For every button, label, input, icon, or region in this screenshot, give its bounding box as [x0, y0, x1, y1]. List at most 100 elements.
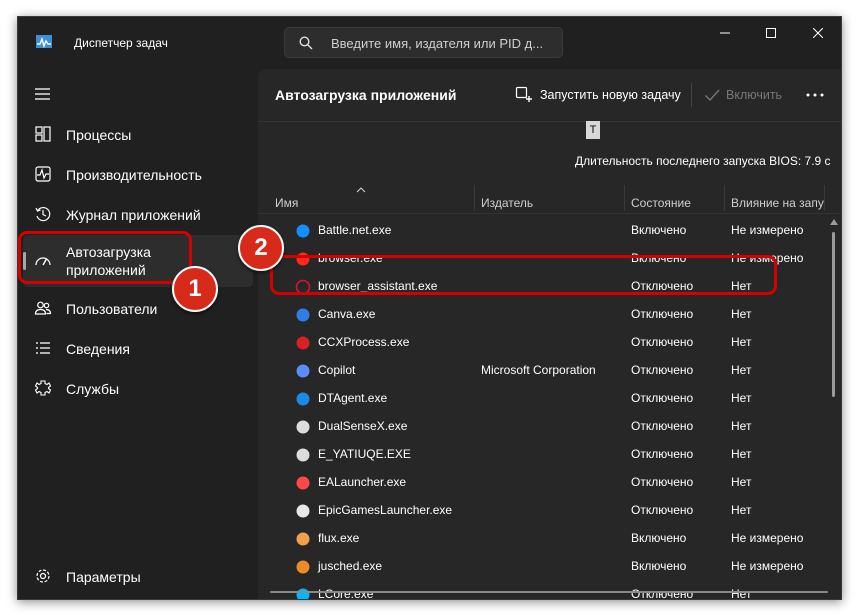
sidebar-item-details[interactable]: Сведения — [23, 329, 253, 367]
app-name: EpicGamesLauncher.exe — [318, 503, 453, 517]
tooltip: T — [586, 121, 600, 139]
app-startup-impact: Не измерено — [731, 223, 804, 237]
app-startup-impact: Нет — [731, 419, 752, 433]
app-status: Включено — [631, 559, 687, 573]
app-startup-impact: Не измерено — [731, 531, 804, 545]
sidebar-item-performance[interactable]: Производительность — [23, 155, 253, 193]
app-status: Включено — [631, 531, 687, 545]
column-divider[interactable] — [624, 185, 625, 211]
step-badge-1: 1 — [172, 266, 218, 312]
app-startup-impact: Нет — [731, 475, 752, 489]
copilot-icon — [296, 364, 310, 378]
app-name: E_YATIUQE.EXE — [318, 447, 411, 461]
app-status: Отключено — [631, 475, 694, 489]
app-name: EALauncher.exe — [318, 475, 407, 489]
search-icon — [299, 36, 313, 50]
app-name: flux.exe — [318, 531, 360, 545]
table-row[interactable]: flux.exe Включено Не измерено — [258, 525, 824, 553]
sidebar-item-processes[interactable]: Процессы — [23, 115, 253, 153]
toolbar-divider — [691, 83, 692, 107]
checkmark-icon — [705, 89, 720, 102]
close-icon — [813, 28, 823, 38]
epic-games-icon — [296, 504, 310, 518]
epson-icon — [296, 448, 310, 462]
column-divider[interactable] — [824, 185, 825, 211]
run-new-task-label: Запустить новую задачу — [540, 88, 681, 102]
app-name: Canva.exe — [318, 307, 376, 321]
search-box[interactable] — [284, 27, 563, 58]
sort-ascending-icon[interactable] — [356, 187, 366, 193]
close-button[interactable] — [795, 17, 841, 49]
processes-icon — [35, 126, 51, 142]
column-header-publisher[interactable]: Издатель — [481, 196, 533, 210]
table-row[interactable]: EALauncher.exe Отключено Нет — [258, 469, 824, 497]
table-row[interactable]: DualSenseX.exe Отключено Нет — [258, 413, 824, 441]
table-row[interactable]: LCore.exe Отключено Нет — [258, 581, 824, 599]
vertical-scrollbar-thumb[interactable] — [832, 232, 835, 397]
toolbar-bottom-border — [258, 121, 841, 122]
app-name: DTAgent.exe — [318, 391, 388, 405]
app-status: Отключено — [631, 503, 694, 517]
table-row[interactable]: jusched.exe Включено Не измерено — [258, 553, 824, 581]
sidebar-item-label: Сведения — [66, 341, 130, 357]
hamburger-menu-icon[interactable] — [32, 84, 54, 104]
app-name: CCXProcess.exe — [318, 335, 410, 349]
sidebar-item-app-history[interactable]: Журнал приложений — [23, 195, 253, 233]
step-badge-2: 2 — [238, 225, 284, 271]
dualsensex-icon — [296, 420, 310, 434]
column-header-name[interactable]: Имя — [275, 196, 298, 210]
battlenet-icon — [296, 224, 310, 238]
java-icon — [296, 560, 310, 574]
sidebar-item-services[interactable]: Службы — [23, 369, 253, 407]
sidebar-item-users[interactable]: Пользователи — [23, 289, 253, 327]
table-row[interactable]: DTAgent.exe Отключено Нет — [258, 385, 824, 413]
column-header-impact[interactable]: Влияние на запу — [731, 196, 824, 210]
maximize-button[interactable] — [748, 17, 794, 49]
column-divider[interactable] — [724, 185, 725, 211]
horizontal-scrollbar[interactable] — [270, 591, 828, 593]
table-row[interactable]: Copilot Microsoft Corporation Отключено Нет — [258, 357, 824, 385]
app-startup-impact: Нет — [731, 391, 752, 405]
services-icon — [34, 380, 52, 396]
search-input[interactable] — [331, 34, 556, 52]
scroll-up-arrow-icon[interactable] — [830, 219, 838, 225]
table-row[interactable]: E_YATIUQE.EXE Отключено Нет — [258, 441, 824, 469]
app-publisher: Microsoft Corporation — [481, 363, 596, 377]
app-startup-impact: Нет — [731, 447, 752, 461]
app-status: Включено — [631, 223, 687, 237]
more-options-icon[interactable] — [804, 87, 826, 103]
page-title: Автозагрузка приложений — [275, 87, 457, 103]
minimize-button[interactable] — [702, 17, 748, 49]
title-bar: Диспетчер задач — [18, 17, 841, 69]
task-manager-app-icon — [36, 35, 52, 48]
app-name: jusched.exe — [318, 559, 383, 573]
app-status: Отключено — [631, 363, 694, 377]
task-manager-window: Диспетчер задач Введите имя, издателя ил… — [17, 16, 842, 600]
enable-label: Включить — [726, 88, 783, 102]
app-name: Copilot — [318, 363, 356, 377]
highlight-startup-apps — [18, 231, 192, 284]
app-name: LCore.exe — [318, 587, 374, 599]
maximize-icon — [766, 28, 776, 38]
table-row[interactable]: Canva.exe Отключено Нет — [258, 301, 824, 329]
app-history-icon — [35, 207, 51, 222]
sidebar-item-label: Процессы — [66, 127, 132, 143]
app-startup-impact: Нет — [731, 363, 752, 377]
sidebar-item-label: Параметры — [66, 569, 141, 585]
app-status: Отключено — [631, 335, 694, 349]
startup-apps-panel: Автозагрузка приложений Запустить новую … — [258, 69, 841, 599]
table-row[interactable]: Battle.net.exe Включено Не измерено — [258, 217, 824, 245]
sidebar-item-label: Службы — [66, 381, 120, 397]
column-header-status[interactable]: Состояние — [631, 196, 691, 210]
sidebar-item-label: Пользователи — [66, 301, 158, 317]
canva-icon — [296, 308, 310, 322]
column-divider[interactable] — [474, 185, 475, 211]
table-row[interactable]: EpicGamesLauncher.exe Отключено Нет — [258, 497, 824, 525]
sidebar-item-settings[interactable]: Параметры — [23, 557, 253, 595]
app-status: Отключено — [631, 447, 694, 461]
daemon-tools-icon — [296, 392, 310, 406]
sidebar-item-label: Производительность — [66, 167, 202, 183]
table-row[interactable]: CCXProcess.exe Отключено Нет — [258, 329, 824, 357]
app-status: Отключено — [631, 391, 694, 405]
run-task-icon — [515, 86, 532, 102]
